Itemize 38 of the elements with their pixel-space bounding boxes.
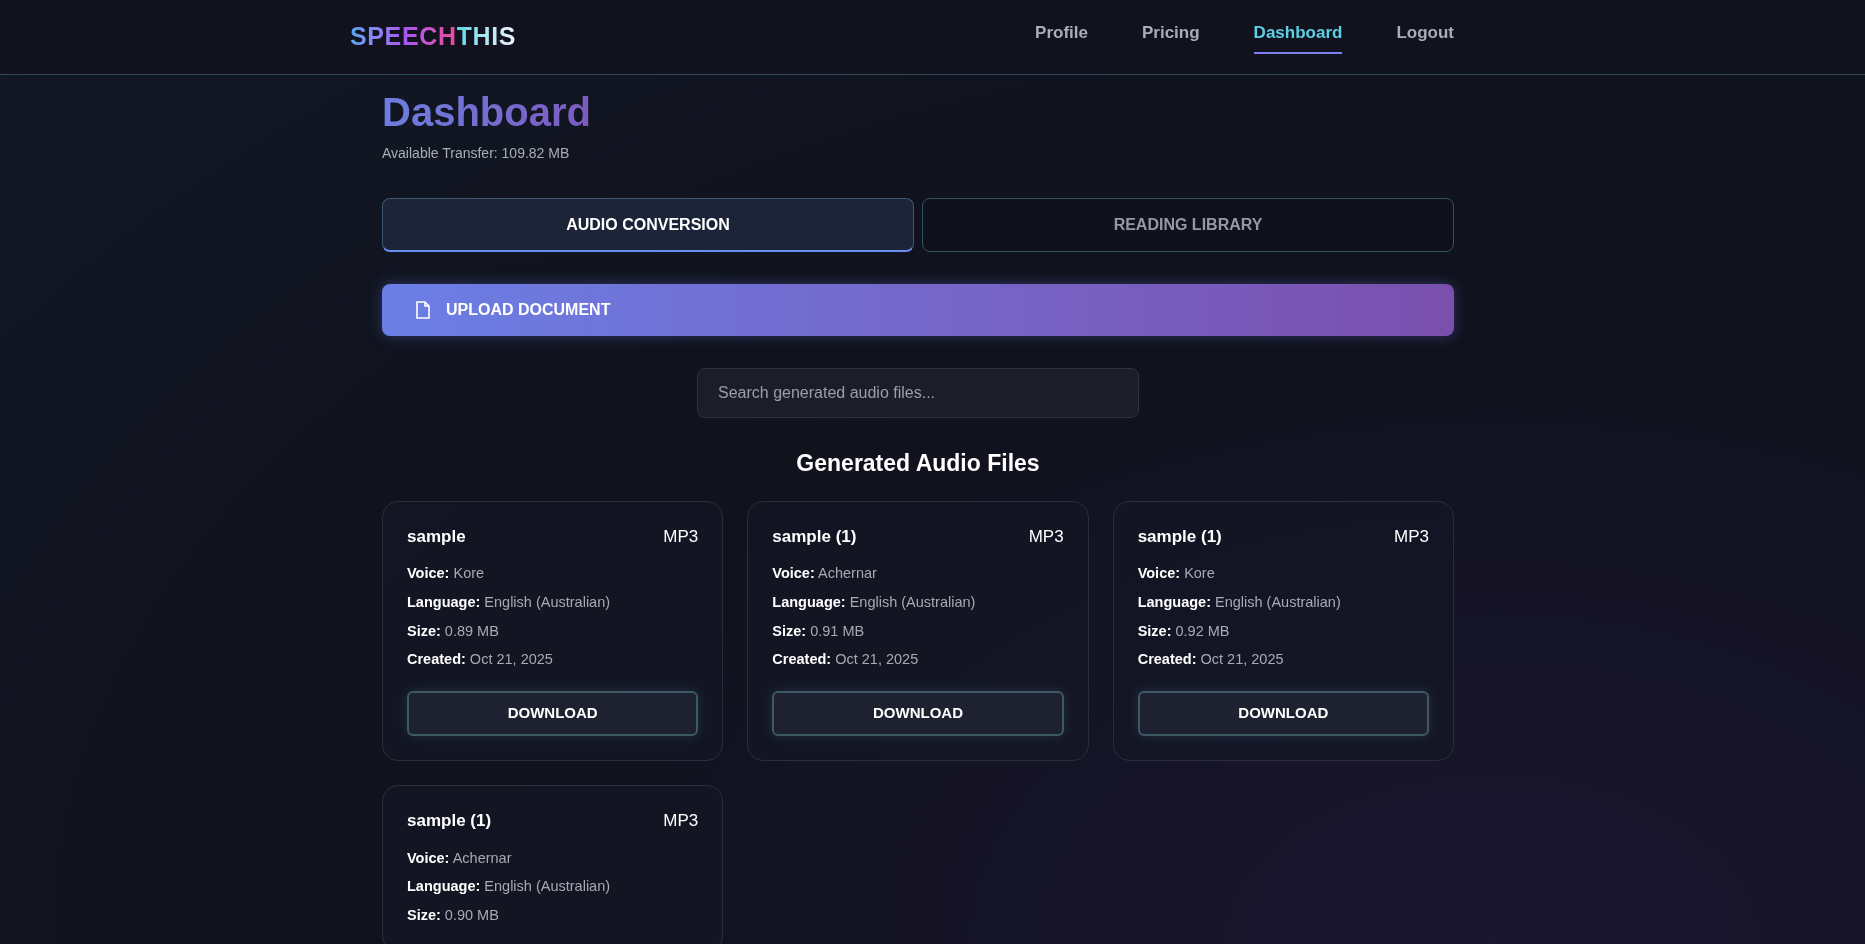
file-format: MP3 bbox=[663, 525, 699, 548]
file-detail: Language: English (Australian) bbox=[407, 877, 612, 897]
file-detail: Created: Oct 21, 2025 bbox=[407, 650, 554, 670]
file-detail: Language: English (Australian) bbox=[407, 592, 612, 612]
upload-button[interactable]: UPLOAD DOCUMENT bbox=[382, 284, 1454, 336]
file-name: sample (1) bbox=[1137, 525, 1222, 548]
file-format: MP3 bbox=[1028, 525, 1064, 548]
file-format: MP3 bbox=[663, 810, 699, 832]
tab[interactable]: AUDIO CONVERSION bbox=[382, 198, 914, 252]
file-detail: Size: 0.90 MB bbox=[407, 906, 500, 925]
nav-link[interactable]: Pricing bbox=[1142, 20, 1200, 54]
file-detail: Language: English (Australian) bbox=[772, 592, 977, 612]
download-button[interactable]: DOWNLOAD bbox=[772, 691, 1064, 736]
file-detail: Voice: Kore bbox=[1137, 564, 1216, 583]
tab[interactable]: READING LIBRARY bbox=[922, 198, 1454, 252]
file-detail: Voice: Achernar bbox=[772, 564, 878, 583]
transfer-text: Available Transfer: 109.82 MB bbox=[382, 144, 570, 163]
document-icon bbox=[416, 301, 430, 319]
nav-link[interactable]: Profile bbox=[1035, 20, 1088, 54]
nav-link[interactable]: Dashboard bbox=[1253, 20, 1343, 54]
file-detail: Created: Oct 21, 2025 bbox=[1137, 650, 1285, 670]
file-format: MP3 bbox=[1394, 525, 1429, 548]
file-detail: Voice: Kore bbox=[407, 564, 486, 583]
logo[interactable]: SPEECHTHIS bbox=[350, 18, 516, 56]
file-detail: Voice: Achernar bbox=[407, 848, 513, 868]
file-name: sample (1) bbox=[772, 525, 857, 548]
file-detail: Size: 0.91 MB bbox=[772, 621, 866, 641]
file-name: sample (1) bbox=[407, 810, 492, 832]
file-detail: Size: 0.89 MB bbox=[407, 621, 500, 641]
file-detail: Size: 0.92 MB bbox=[1137, 621, 1231, 641]
download-button[interactable]: DOWNLOAD bbox=[1137, 691, 1429, 736]
section-heading: Generated Audio Files bbox=[796, 449, 1040, 478]
nav-link[interactable]: Logout bbox=[1396, 20, 1454, 54]
file-name: sample bbox=[407, 525, 466, 548]
file-detail: Language: English (Australian) bbox=[1137, 592, 1342, 612]
file-detail: Created: Oct 21, 2025 bbox=[772, 650, 920, 670]
search-field[interactable]: Search generated audio files... bbox=[697, 368, 1139, 418]
download-button[interactable]: DOWNLOAD bbox=[407, 691, 699, 736]
